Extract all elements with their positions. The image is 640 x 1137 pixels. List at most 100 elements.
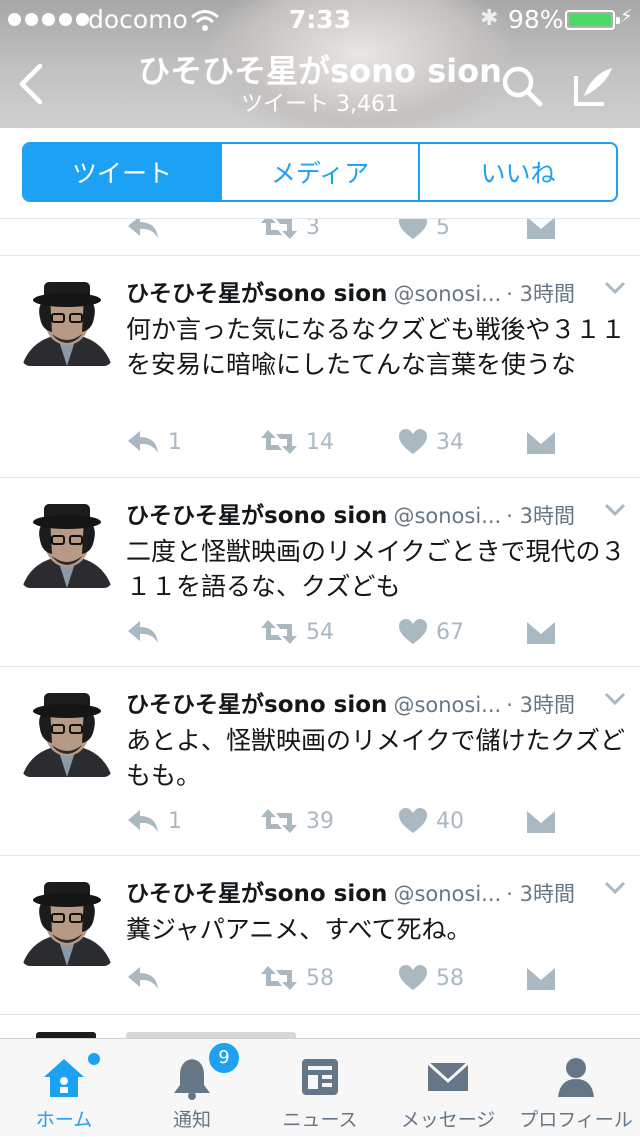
tweet-card[interactable]: ひそひそ星がsono sion @sonosi... · 3時間 糞ジャパアニメ、… bbox=[0, 856, 640, 1015]
reply-icon[interactable] bbox=[126, 808, 160, 834]
retweet-icon[interactable] bbox=[260, 428, 298, 456]
segment-bar: ツイート メディア いいね bbox=[0, 128, 640, 219]
heart-icon[interactable] bbox=[398, 964, 428, 992]
like-count: 40 bbox=[436, 808, 464, 834]
like-count: 5 bbox=[436, 219, 450, 240]
reply-icon[interactable] bbox=[126, 619, 160, 645]
heart-icon[interactable] bbox=[398, 219, 428, 241]
tweet-actions: 58 58 bbox=[126, 958, 626, 998]
avatar[interactable] bbox=[22, 876, 112, 966]
chevron-down-icon[interactable] bbox=[604, 280, 626, 296]
segmented-control: ツイート メディア いいね bbox=[22, 142, 618, 202]
like-count: 34 bbox=[436, 429, 464, 455]
tweet-card[interactable]: ひそひそ星がsono sion @sonosi... · 3時間 二度と怪獣映画の… bbox=[0, 478, 640, 667]
tweet-card[interactable]: ひそひそ星がsono sion @sonosi... · 3時間 何か言った気にな… bbox=[0, 256, 640, 478]
display-name[interactable]: ひそひそ星がsono sion bbox=[126, 281, 387, 307]
tweet-actions: 1 14 34 bbox=[126, 422, 626, 462]
tweet-text: 糞ジャパアニメ、すべて死ね。 bbox=[126, 915, 472, 944]
tweet-card[interactable]: ひそひそ星がsono sion @sonosi... · 3時間 あとよ、怪獣映画… bbox=[0, 667, 640, 856]
display-name[interactable]: ひそひそ星がsono sion bbox=[126, 503, 387, 529]
user-handle[interactable]: @sonosi... bbox=[393, 882, 501, 906]
partial-tweet-actions: 3 5 bbox=[0, 219, 640, 256]
person-icon bbox=[558, 1058, 594, 1097]
retweet-count: 58 bbox=[306, 965, 334, 991]
retweet-count: 39 bbox=[306, 808, 334, 834]
avatar[interactable] bbox=[22, 687, 112, 777]
reply-icon[interactable] bbox=[126, 965, 160, 991]
status-bar: docomo 7:33 ✱ 98% ⚡ bbox=[0, 0, 640, 40]
display-name[interactable]: ひそひそ星がsono sion bbox=[126, 881, 387, 907]
like-count: 67 bbox=[436, 619, 464, 645]
heart-icon[interactable] bbox=[398, 807, 428, 835]
tweet-actions: 54 67 bbox=[126, 612, 626, 652]
retweet-count: 14 bbox=[306, 429, 334, 455]
user-handle[interactable]: @sonosi... bbox=[393, 693, 501, 717]
tab-label: メッセージ bbox=[400, 1109, 496, 1131]
tab-news[interactable]: ニュース bbox=[256, 1039, 384, 1137]
heart-icon[interactable] bbox=[398, 428, 428, 456]
chevron-down-icon[interactable] bbox=[604, 691, 626, 707]
envelope-icon bbox=[426, 1061, 470, 1091]
retweet-icon[interactable] bbox=[260, 807, 298, 835]
tweet-text: 何か言った気になるなクズども戦後や３１１を安易に暗喩にしたてんな言葉を使うな bbox=[126, 315, 626, 379]
retweet-icon[interactable] bbox=[260, 964, 298, 992]
tweet-time: · 3時間 bbox=[506, 282, 575, 306]
display-name[interactable]: ひそひそ星がsono sion bbox=[126, 692, 387, 718]
avatar[interactable] bbox=[22, 498, 112, 588]
heart-icon[interactable] bbox=[398, 618, 428, 646]
search-icon[interactable] bbox=[498, 62, 546, 110]
partial-next-tweet bbox=[0, 1016, 640, 1038]
battery-icon bbox=[565, 10, 620, 30]
tweet-text: 二度と怪獣映画のリメイクごときで現代の３１１を語るな、クズども bbox=[126, 537, 626, 601]
tab-notifications[interactable]: 9 通知 bbox=[128, 1039, 256, 1137]
battery-percent: 98% bbox=[508, 5, 564, 34]
new-content-dot bbox=[86, 1051, 102, 1067]
notification-badge: 9 bbox=[207, 1041, 241, 1075]
charging-icon: ⚡ bbox=[620, 6, 633, 27]
tab-likes[interactable]: いいね bbox=[420, 144, 616, 200]
retweet-icon[interactable] bbox=[260, 219, 298, 241]
reply-icon[interactable] bbox=[126, 219, 160, 240]
home-icon bbox=[44, 1059, 84, 1097]
retweet-count: 3 bbox=[306, 219, 320, 240]
tab-label: ホーム bbox=[35, 1109, 93, 1131]
tab-home[interactable]: ホーム bbox=[0, 1039, 128, 1137]
user-handle[interactable]: @sonosi... bbox=[393, 504, 501, 528]
tweet-header: ひそひそ星がsono sion @sonosi... · 3時間 bbox=[126, 496, 626, 529]
compose-tweet-icon[interactable] bbox=[570, 62, 618, 110]
tweet-header: ひそひそ星がsono sion @sonosi... · 3時間 bbox=[126, 274, 626, 307]
like-count: 58 bbox=[436, 965, 464, 991]
avatar[interactable] bbox=[22, 276, 112, 366]
tweet-time: · 3時間 bbox=[506, 693, 575, 717]
retweet-count: 54 bbox=[306, 619, 334, 645]
direct-message-icon[interactable] bbox=[526, 807, 556, 835]
tab-label: プロフィール bbox=[519, 1109, 633, 1131]
news-icon bbox=[302, 1059, 338, 1095]
tab-profile[interactable]: プロフィール bbox=[512, 1039, 640, 1137]
chevron-down-icon[interactable] bbox=[604, 502, 626, 518]
tweet-header: ひそひそ星がsono sion @sonosi... · 3時間 bbox=[126, 685, 626, 718]
reply-icon[interactable] bbox=[126, 429, 160, 455]
tab-label: ニュース bbox=[282, 1109, 358, 1131]
direct-message-icon[interactable] bbox=[526, 219, 556, 241]
tweet-header: ひそひそ星がsono sion @sonosi... · 3時間 bbox=[126, 874, 626, 907]
direct-message-icon[interactable] bbox=[526, 964, 556, 992]
tweet-time: · 3時間 bbox=[506, 882, 575, 906]
tweet-text: あとよ、怪獣映画のリメイクで儲けたクズどもも。 bbox=[126, 726, 626, 790]
reply-count: 1 bbox=[168, 429, 182, 455]
retweet-icon[interactable] bbox=[260, 618, 298, 646]
tab-messages[interactable]: メッセージ bbox=[384, 1039, 512, 1137]
user-handle[interactable]: @sonosi... bbox=[393, 282, 501, 306]
profile-header: docomo 7:33 ✱ 98% ⚡ ひそひそ星がsono sion ツイート… bbox=[0, 0, 640, 128]
direct-message-icon[interactable] bbox=[526, 428, 556, 456]
chevron-down-icon[interactable] bbox=[604, 880, 626, 896]
direct-message-icon[interactable] bbox=[526, 618, 556, 646]
reply-count: 1 bbox=[168, 808, 182, 834]
tab-tweets[interactable]: ツイート bbox=[24, 144, 222, 200]
tweet-time: · 3時間 bbox=[506, 504, 575, 528]
tab-media[interactable]: メディア bbox=[222, 144, 420, 200]
bottom-tab-bar: ホーム 9 通知 ニュース メッセージ プロフィール bbox=[0, 1038, 640, 1136]
tab-label: 通知 bbox=[172, 1109, 211, 1131]
bluetooth-icon: ✱ bbox=[480, 6, 499, 31]
tweet-actions: 1 39 40 bbox=[126, 801, 626, 841]
